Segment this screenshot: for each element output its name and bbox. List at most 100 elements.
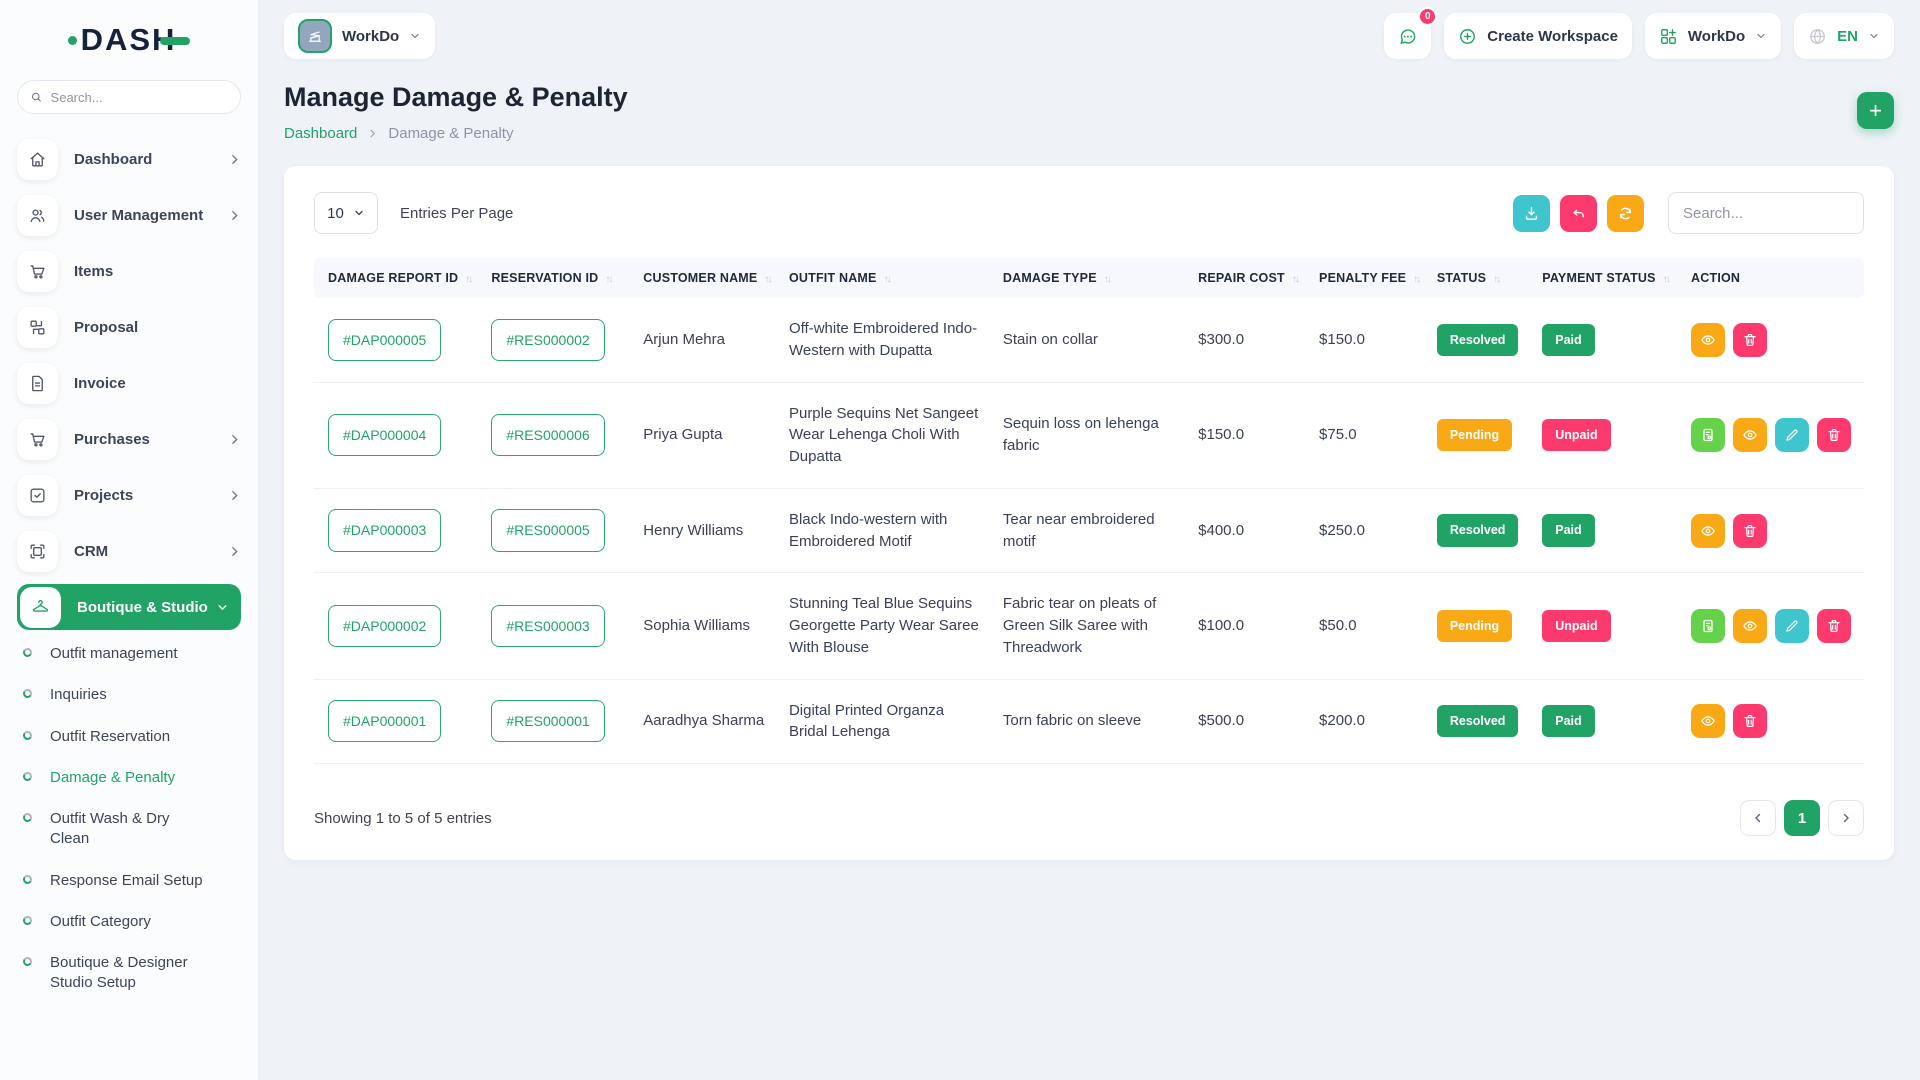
- sidebar-search-input[interactable]: [51, 90, 228, 105]
- payment-status-badge: Paid: [1542, 514, 1594, 546]
- damage-report-id-pill[interactable]: #DAP000001: [328, 700, 441, 742]
- pagination-prev-button[interactable]: [1740, 800, 1776, 836]
- view-button[interactable]: [1733, 418, 1767, 452]
- create-workspace-button[interactable]: Create Workspace: [1444, 13, 1632, 59]
- sort-icon: ↑↓: [1104, 274, 1110, 285]
- bullet-ring-icon: [22, 812, 33, 823]
- trash-icon: [1826, 618, 1842, 634]
- table-header-row: DAMAGE REPORT ID↑↓RESERVATION ID↑↓CUSTOM…: [314, 258, 1864, 298]
- sidebar-subitem-label: Response Email Setup: [50, 871, 203, 891]
- reservation-id-pill[interactable]: #RES000001: [491, 700, 604, 742]
- damage-type: Stain on collar: [1003, 331, 1098, 348]
- column-header-reservation-id[interactable]: RESERVATION ID↑↓: [481, 258, 633, 298]
- column-header-repair-cost[interactable]: REPAIR COST↑↓: [1188, 258, 1309, 298]
- damage-report-id-pill[interactable]: #DAP000005: [328, 319, 441, 361]
- chevron-right-icon: [228, 433, 241, 446]
- damage-report-id-pill[interactable]: #DAP000004: [328, 414, 441, 456]
- sidebar-subitem-boutique-designer-studio-setup[interactable]: Boutique & Designer Studio Setup: [23, 953, 241, 994]
- bullet-ring-icon: [22, 956, 33, 967]
- payment-icon: [1700, 618, 1716, 634]
- sidebar-item-label: User Management: [74, 207, 228, 224]
- column-header-damage-type[interactable]: DAMAGE TYPE↑↓: [993, 258, 1188, 298]
- payment-status-badge: Unpaid: [1542, 610, 1610, 642]
- sidebar-item-purchases[interactable]: Purchases: [17, 416, 241, 462]
- damage-report-id-pill[interactable]: #DAP000003: [328, 509, 441, 551]
- globe-icon: [1808, 27, 1827, 46]
- reservation-id-pill[interactable]: #RES000006: [491, 414, 604, 456]
- delete-button[interactable]: [1817, 609, 1851, 643]
- workdo-menu[interactable]: WorkDo: [1645, 13, 1781, 59]
- customer-name: Henry Williams: [643, 522, 743, 539]
- eye-icon: [1742, 427, 1758, 443]
- outfit-name: Stunning Teal Blue Sequins Georgette Par…: [789, 595, 979, 656]
- reset-button[interactable]: [1560, 195, 1597, 232]
- sidebar-item-crm[interactable]: CRM: [17, 528, 241, 574]
- breadcrumb-dashboard-link[interactable]: Dashboard: [284, 125, 357, 142]
- sidebar-subitem-outfit-reservation[interactable]: Outfit Reservation: [23, 727, 241, 747]
- edit-button[interactable]: [1775, 609, 1809, 643]
- pagination-next-button[interactable]: [1828, 800, 1864, 836]
- sidebar-item-boutique-studio[interactable]: Boutique & Studio: [17, 584, 241, 630]
- home-icon: [17, 139, 58, 180]
- add-record-button[interactable]: +: [1857, 92, 1894, 129]
- column-header-outfit-name[interactable]: OUTFIT NAME↑↓: [779, 258, 993, 298]
- language-selector[interactable]: EN: [1794, 13, 1894, 59]
- sidebar-item-items[interactable]: Items: [17, 248, 241, 294]
- sidebar-subitem-response-email-setup[interactable]: Response Email Setup: [23, 871, 241, 891]
- sidebar-item-user-management[interactable]: User Management: [17, 192, 241, 238]
- delete-button[interactable]: [1733, 323, 1767, 357]
- sidebar-item-label: Boutique & Studio: [77, 599, 216, 616]
- workspace-name: WorkDo: [342, 28, 399, 45]
- entries-per-page-select[interactable]: 10: [314, 192, 378, 234]
- reservation-id-pill[interactable]: #RES000002: [491, 319, 604, 361]
- sidebar-item-invoice[interactable]: Invoice: [17, 360, 241, 406]
- penalty-fee: $75.0: [1319, 426, 1357, 443]
- sidebar-subitem-inquiries[interactable]: Inquiries: [23, 685, 241, 705]
- sidebar-subitem-damage-penalty[interactable]: Damage & Penalty: [23, 768, 241, 788]
- refresh-button[interactable]: [1607, 195, 1644, 232]
- sidebar-item-dashboard[interactable]: Dashboard: [17, 136, 241, 182]
- view-button[interactable]: [1691, 514, 1725, 548]
- damage-report-id-pill[interactable]: #DAP000002: [328, 605, 441, 647]
- sidebar-subitem-outfit-wash-dry-clean[interactable]: Outfit Wash & Dry Clean: [23, 809, 241, 850]
- sidebar-subitem-outfit-management[interactable]: Outfit management: [23, 644, 241, 664]
- column-header-penalty-fee[interactable]: PENALTY FEE↑↓: [1309, 258, 1427, 298]
- edit-button[interactable]: [1775, 418, 1809, 452]
- reservation-id-pill[interactable]: #RES000005: [491, 509, 604, 551]
- sidebar-item-proposal[interactable]: Proposal: [17, 304, 241, 350]
- column-header-customer-name[interactable]: CUSTOMER NAME↑↓: [633, 258, 779, 298]
- status-badge: Resolved: [1437, 514, 1519, 546]
- row-actions: [1691, 418, 1854, 452]
- reservation-id-pill[interactable]: #RES000003: [491, 605, 604, 647]
- delete-button[interactable]: [1733, 514, 1767, 548]
- column-header-damage-report-id[interactable]: DAMAGE REPORT ID↑↓: [314, 258, 481, 298]
- messages-button[interactable]: 0: [1384, 13, 1431, 59]
- grid-plus-icon: [1659, 27, 1678, 46]
- status-badge: Pending: [1437, 610, 1512, 642]
- trash-icon: [1742, 332, 1758, 348]
- view-button[interactable]: [1691, 704, 1725, 738]
- chevron-down-icon: [353, 207, 365, 219]
- row-actions: [1691, 704, 1854, 738]
- sidebar: DASH DashboardUser ManagementItemsPropos…: [0, 0, 258, 1080]
- view-button[interactable]: [1691, 323, 1725, 357]
- table-search-input[interactable]: [1668, 192, 1864, 234]
- entries-per-page-label: Entries Per Page: [400, 205, 513, 222]
- sidebar-search[interactable]: [17, 80, 241, 114]
- circle-plus-icon: [1458, 27, 1477, 46]
- export-button[interactable]: [1513, 195, 1550, 232]
- workspace-switcher[interactable]: WorkDo: [284, 13, 435, 59]
- view-button[interactable]: [1733, 609, 1767, 643]
- pagination-page-1-button[interactable]: 1: [1784, 800, 1820, 836]
- payment-button[interactable]: [1691, 609, 1725, 643]
- payment-button[interactable]: [1691, 418, 1725, 452]
- sidebar-subitem-outfit-category[interactable]: Outfit Category: [23, 912, 241, 932]
- damage-type: Tear near embroidered motif: [1003, 511, 1155, 550]
- delete-button[interactable]: [1733, 704, 1767, 738]
- column-header-payment-status[interactable]: PAYMENT STATUS↑↓: [1532, 258, 1681, 298]
- column-label: CUSTOMER NAME: [643, 271, 757, 285]
- sidebar-item-projects[interactable]: Projects: [17, 472, 241, 518]
- create-workspace-label: Create Workspace: [1487, 28, 1618, 45]
- column-header-status[interactable]: STATUS↑↓: [1427, 258, 1532, 298]
- delete-button[interactable]: [1817, 418, 1851, 452]
